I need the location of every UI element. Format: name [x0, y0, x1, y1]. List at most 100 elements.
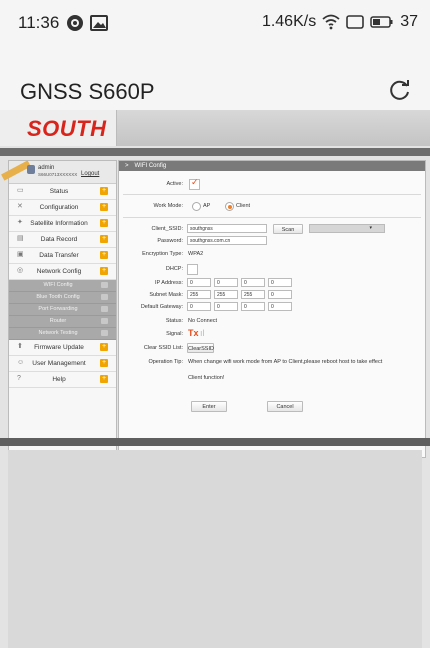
- device-serial: S66U0713XXXXXX: [38, 172, 78, 177]
- sidebar-subitem-wifi-config[interactable]: WIFI Config: [9, 280, 116, 292]
- signal-icon: Tx: [188, 328, 199, 338]
- clear-ssid-button[interactable]: ClearSSID: [187, 343, 214, 353]
- sub-marker-icon: [101, 306, 108, 312]
- mask-octet-3[interactable]: 255: [241, 290, 265, 299]
- gateway-label: Default Gateway:: [140, 304, 183, 310]
- ip-octet-2[interactable]: 0: [214, 278, 238, 287]
- ip-octet-3[interactable]: 0: [241, 278, 265, 287]
- mask-octet-2[interactable]: 255: [214, 290, 238, 299]
- sidebar-item-label: Configuration: [39, 204, 79, 211]
- sidebar-item-status[interactable]: ▭ Status +: [9, 184, 116, 200]
- expand-icon[interactable]: +: [100, 187, 108, 195]
- app-title: GNSS S660P: [20, 79, 155, 104]
- mask-label: Subnet Mask:: [149, 292, 183, 298]
- panel-header: > WIFI Config: [119, 161, 425, 171]
- password-input[interactable]: southgnss.com.cn: [187, 236, 267, 245]
- sub-marker-icon: [101, 330, 108, 336]
- sidebar-subitem-bluetooth-config[interactable]: Blue Tooth Config: [9, 292, 116, 304]
- check-icon: ✓: [191, 177, 199, 187]
- ssid-label: Client_SSID:: [151, 226, 184, 232]
- network-speed: 1.46K/s: [261, 13, 317, 30]
- ip-octet-4[interactable]: 0: [268, 278, 292, 287]
- status-bar: 11:36 1.46K/s 37: [0, 0, 430, 46]
- logout-link[interactable]: Logout: [81, 171, 99, 177]
- active-checkbox[interactable]: ✓: [189, 177, 200, 190]
- sidebar-item-data-record[interactable]: ▤ Data Record +: [9, 232, 116, 248]
- sidebar-item-configuration[interactable]: ✕ Configuration +: [9, 200, 116, 216]
- sidebar-item-label: Data Record: [40, 236, 78, 243]
- south-logo: SOUTH: [27, 116, 107, 141]
- encryption-value: WPA2: [188, 251, 204, 257]
- empty-page-area: [8, 450, 422, 648]
- expand-icon[interactable]: +: [100, 251, 108, 259]
- sidebar-item-label: Data Transfer: [39, 252, 79, 259]
- active-label: Active:: [166, 181, 183, 187]
- expand-icon[interactable]: +: [100, 343, 108, 351]
- clear-ssid-label: Clear SSID List:: [143, 345, 183, 351]
- sidebar-item-label: Firmware Update: [34, 344, 84, 351]
- mask-octet-1[interactable]: 255: [187, 290, 211, 299]
- sidebar-item-label: Status: [49, 188, 69, 195]
- scan-button[interactable]: Scan: [273, 224, 303, 234]
- ip-label: IP Address:: [154, 280, 183, 286]
- sidebar-subitem-label: Router: [49, 318, 67, 324]
- sidebar-item-label: Satellite Information: [30, 220, 88, 227]
- wifi-icon: [322, 14, 340, 30]
- dropdown-arrow-icon: ▾: [369, 225, 372, 231]
- battery-level: 37: [400, 13, 418, 30]
- mask-octet-4[interactable]: 0: [268, 290, 292, 299]
- refresh-icon[interactable]: [388, 78, 412, 102]
- gateway-octet-3[interactable]: 0: [241, 302, 265, 311]
- header-ribbon: [0, 148, 430, 156]
- gateway-octet-4[interactable]: 0: [268, 302, 292, 311]
- sidebar-item-firmware-update[interactable]: ⬆ Firmware Update +: [9, 340, 116, 356]
- gateway-octet-2[interactable]: 0: [214, 302, 238, 311]
- screen-icon: [346, 15, 365, 29]
- enter-button[interactable]: Enter: [191, 401, 227, 412]
- sidebar-item-network-config[interactable]: ◎ Network Config +: [9, 264, 116, 280]
- sidebar-item-label: Help: [52, 376, 66, 383]
- sidebar-subitem-network-testing[interactable]: Network Testing: [9, 328, 116, 340]
- encryption-label: Encryption Type:: [142, 251, 183, 257]
- panel-title: WIFI Config: [134, 163, 167, 169]
- tip-text-line1: When change wifi work mode from AP to Cl…: [188, 359, 383, 365]
- web-page: SOUTH admin S66U0713XXXXXX Logout ▭ Stat…: [0, 110, 430, 648]
- logo-box: SOUTH: [0, 110, 117, 146]
- sidebar-item-satellite-information[interactable]: ✦ Satellite Information +: [9, 216, 116, 232]
- expand-icon[interactable]: +: [100, 219, 108, 227]
- sidebar-item-label: User Management: [32, 360, 86, 367]
- sidebar-item-help[interactable]: ? Help +: [9, 372, 116, 388]
- expand-icon[interactable]: +: [100, 235, 108, 243]
- expand-icon[interactable]: +: [100, 267, 108, 275]
- dhcp-checkbox[interactable]: [187, 264, 198, 275]
- sidebar: admin S66U0713XXXXXX Logout ▭ Status + ✕…: [1, 160, 117, 458]
- sidebar-subitem-router[interactable]: Router: [9, 316, 116, 328]
- ssid-dropdown[interactable]: ▾: [309, 224, 385, 233]
- password-label: Password:: [157, 238, 183, 244]
- expand-icon[interactable]: +: [100, 359, 108, 367]
- tip-text-line2: Client function!: [188, 375, 225, 381]
- expand-icon[interactable]: +: [100, 375, 108, 383]
- sidebar-subitem-label: Port Forwarding: [38, 306, 78, 312]
- expand-icon[interactable]: +: [100, 203, 108, 211]
- ip-octet-1[interactable]: 0: [187, 278, 211, 287]
- sidebar-item-data-transfer[interactable]: ▣ Data Transfer +: [9, 248, 116, 264]
- signal-label: Signal:: [166, 331, 183, 337]
- camera-app-icon: [67, 15, 83, 31]
- client-label: Client: [236, 203, 251, 209]
- web-header: SOUTH: [0, 110, 430, 146]
- cancel-button[interactable]: Cancel: [267, 401, 303, 412]
- ap-radio[interactable]: [192, 202, 201, 211]
- user-box: admin S66U0713XXXXXX Logout: [1, 160, 116, 184]
- ssid-input[interactable]: southgnss: [187, 224, 267, 233]
- divider: [123, 194, 421, 195]
- sidebar-subitem-port-forwarding[interactable]: Port Forwarding: [9, 304, 116, 316]
- gateway-octet-1[interactable]: 0: [187, 302, 211, 311]
- sidebar-item-user-management[interactable]: ☺ User Management +: [9, 356, 116, 372]
- battery-icon: [370, 16, 393, 28]
- client-radio[interactable]: [225, 202, 234, 211]
- sub-marker-icon: [101, 282, 108, 288]
- sub-marker-icon: [101, 294, 108, 300]
- status-value: No Connect: [188, 318, 218, 324]
- user-name: admin: [38, 165, 55, 171]
